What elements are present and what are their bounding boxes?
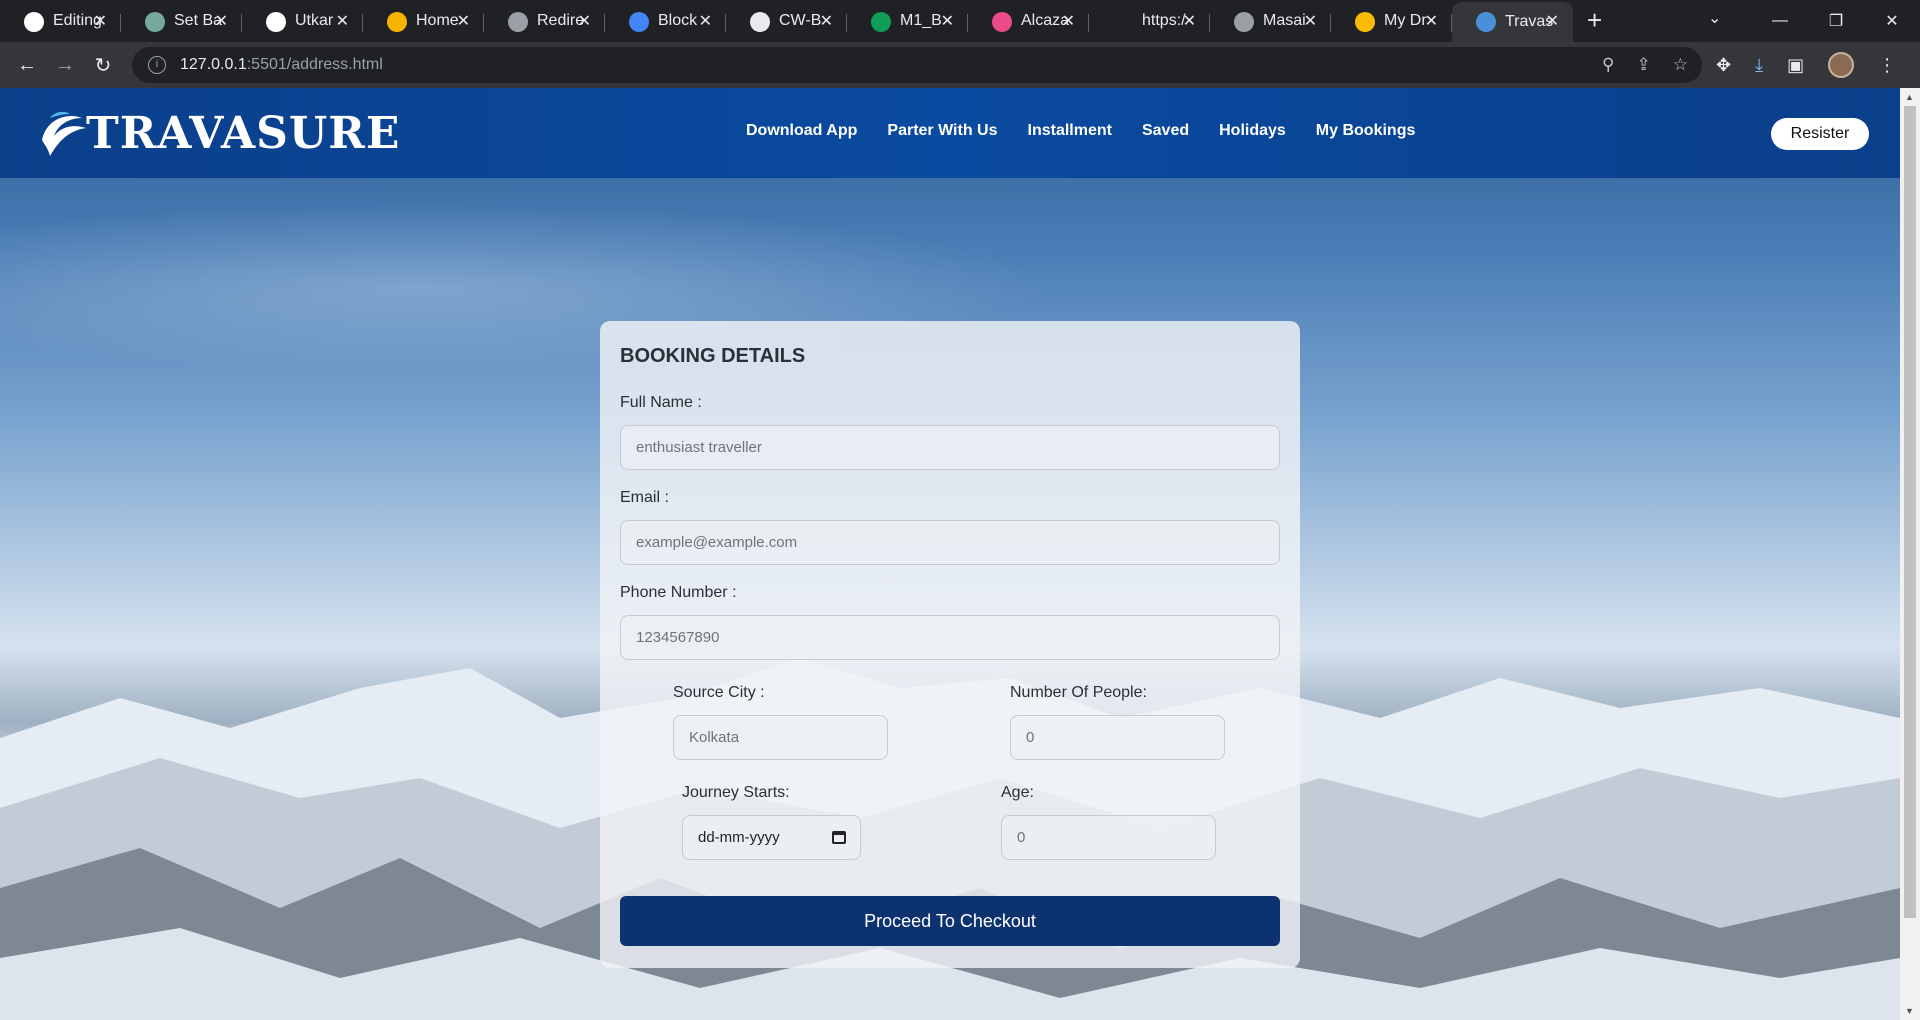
browser-tab[interactable]: Travas ✕ [1452, 2, 1573, 42]
journey-date-value: dd-mm-yyyy [698, 829, 780, 846]
tab-close-icon[interactable]: ✕ [215, 11, 228, 31]
tab-close-icon[interactable]: ✕ [1062, 11, 1075, 31]
dribbble-icon [992, 12, 1012, 32]
browser-tab[interactable]: Set Ba ✕ [121, 2, 242, 40]
booking-details-card: BOOKING DETAILS Full Name : enthusiast t… [600, 321, 1300, 968]
phone-label: Phone Number : [620, 584, 737, 601]
browser-tab[interactable]: Redire ✕ [484, 2, 605, 40]
globe-icon [508, 12, 528, 32]
tab-close-icon[interactable]: ✕ [578, 11, 591, 31]
back-icon[interactable]: ← [8, 54, 46, 77]
logo-text: TRAVASURE [86, 107, 401, 159]
download-icon[interactable]: ⤓ [1755, 55, 1763, 76]
nav-my-bookings[interactable]: My Bookings [1316, 122, 1416, 140]
register-button[interactable]: Resister [1771, 118, 1869, 150]
url-host: 127.0.0.1 [180, 56, 247, 73]
tab-close-icon[interactable]: ✕ [1425, 11, 1438, 31]
forward-icon[interactable]: → [46, 54, 84, 77]
block-icon [629, 12, 649, 32]
share-icon[interactable]: ⇪ [1637, 55, 1651, 75]
tab-close-icon[interactable]: ✕ [699, 11, 712, 31]
browser-toolbar: ← → ↻ i 127.0.0.1:5501/address.html ⚲ ⇪ … [0, 42, 1920, 88]
main-nav: Download App Parter With Us Installment … [746, 122, 1415, 140]
journey-date-input[interactable]: dd-mm-yyyy [682, 815, 861, 860]
form-title: BOOKING DETAILS [620, 345, 806, 367]
profile-avatar[interactable] [1828, 52, 1855, 78]
calendar-icon[interactable] [832, 831, 846, 844]
page-viewport: TRAVASURE Download App Parter With Us In… [0, 88, 1900, 1020]
drive-icon [1355, 12, 1375, 32]
tab-close-icon[interactable]: ✕ [1183, 11, 1196, 31]
email-input[interactable]: example@example.com [620, 520, 1280, 565]
nav-saved[interactable]: Saved [1142, 122, 1189, 140]
source-city-label: Source City : [673, 684, 765, 701]
openai-icon [145, 12, 165, 32]
bookmark-star-icon[interactable]: ☆ [1673, 55, 1688, 75]
scrollbar-thumb[interactable] [1904, 106, 1916, 918]
browser-tab[interactable]: Block ✕ [605, 2, 726, 40]
email-label: Email : [620, 489, 669, 506]
tab-close-icon[interactable]: ✕ [1546, 11, 1559, 31]
age-label: Age: [1001, 784, 1034, 801]
tab-close-icon[interactable]: ✕ [820, 11, 833, 31]
extensions-icon[interactable]: ✥ [1716, 55, 1731, 76]
browser-tab[interactable]: Masai ✕ [1210, 2, 1331, 40]
tab-close-icon[interactable]: ✕ [941, 11, 954, 31]
scroll-up-icon[interactable]: ▲ [1905, 92, 1914, 102]
proceed-to-checkout-button[interactable]: Proceed To Checkout [620, 896, 1280, 946]
page-scrollbar[interactable]: ▲ ▼ [1900, 88, 1920, 1020]
tab-close-icon[interactable]: ✕ [94, 11, 107, 31]
tab-close-icon[interactable]: ✕ [336, 11, 349, 31]
browser-tab[interactable]: CW-B ✕ [726, 2, 847, 40]
nav-installment[interactable]: Installment [1028, 122, 1112, 140]
browser-tab[interactable]: Home ✕ [363, 2, 484, 40]
window-controls: — ❐ ✕ [1752, 0, 1920, 42]
browser-tab[interactable]: My Dr ✕ [1331, 2, 1452, 40]
close-window-icon[interactable]: ✕ [1864, 11, 1920, 31]
browser-tab[interactable]: https:/✕ [1089, 2, 1210, 40]
nav-partner-with-us[interactable]: Parter With Us [887, 122, 997, 140]
bird-logo-icon [42, 111, 86, 156]
tab-search-icon[interactable]: ⌄ [1708, 8, 1721, 28]
zoom-icon[interactable]: ⚲ [1602, 55, 1614, 75]
blank-favicon-icon [1113, 12, 1133, 32]
reload-icon[interactable]: ↻ [84, 53, 122, 78]
site-info-icon[interactable]: i [148, 56, 166, 74]
minimize-icon[interactable]: — [1752, 12, 1808, 30]
browser-tab[interactable]: Editing ✕ [0, 2, 121, 40]
browser-tab[interactable]: Alcaza ✕ [968, 2, 1089, 40]
phone-input[interactable]: 1234567890 [620, 615, 1280, 660]
browser-tab-strip: Editing ✕ Set Ba ✕ Utkar ✕ Home ✕ Redire ✕ Block ✕ C… [0, 0, 1920, 42]
number-of-people-input[interactable]: 0 [1010, 715, 1225, 760]
restore-icon[interactable]: ❐ [1808, 11, 1864, 31]
file-icon [750, 12, 770, 32]
tab-close-icon[interactable]: ✕ [1304, 11, 1317, 31]
address-bar[interactable]: i 127.0.0.1:5501/address.html ⚲ ⇪ ☆ [132, 47, 1702, 83]
journey-starts-label: Journey Starts: [682, 784, 790, 801]
github-icon [266, 12, 286, 32]
url-path: :5501/address.html [246, 56, 383, 73]
number-of-people-label: Number Of People: [1010, 684, 1147, 701]
browser-tab[interactable]: M1_B ✕ [847, 2, 968, 40]
source-city-input[interactable]: Kolkata [673, 715, 888, 760]
github-icon [24, 12, 44, 32]
menu-icon[interactable]: ⋮ [1878, 55, 1896, 76]
tab-close-icon[interactable]: ✕ [457, 11, 470, 31]
travasure-icon [1476, 12, 1496, 32]
doc-icon [387, 12, 407, 32]
full-name-label: Full Name : [620, 394, 702, 411]
site-logo[interactable]: TRAVASURE [36, 106, 400, 160]
new-tab-button[interactable]: + [1587, 5, 1602, 36]
browser-tab[interactable]: Utkar ✕ [242, 2, 363, 40]
nav-download-app[interactable]: Download App [746, 122, 857, 140]
scroll-down-icon[interactable]: ▼ [1905, 1006, 1914, 1016]
site-header: TRAVASURE Download App Parter With Us In… [0, 88, 1900, 178]
sheets-icon [871, 12, 891, 32]
nav-holidays[interactable]: Holidays [1219, 122, 1286, 140]
globe-icon [1234, 12, 1254, 32]
side-panel-icon[interactable]: ▣ [1787, 55, 1804, 76]
age-input[interactable]: 0 [1001, 815, 1216, 860]
full-name-input[interactable]: enthusiast traveller [620, 425, 1280, 470]
